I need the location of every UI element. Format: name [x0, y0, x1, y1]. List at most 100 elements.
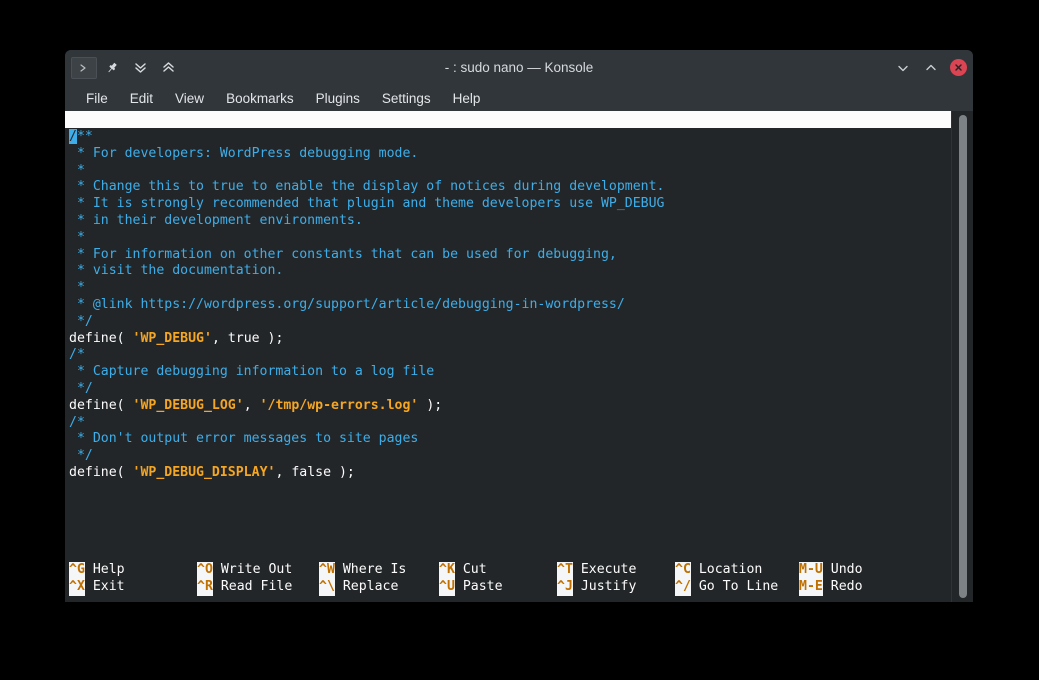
shortcut-item[interactable]: ^\ Replace — [319, 579, 398, 596]
shortcut-key: ^G — [69, 562, 85, 580]
shortcut-key: ^W — [319, 562, 335, 580]
code-line: * in their development environments. — [69, 213, 951, 230]
code-token: , false ); — [275, 464, 355, 480]
shortcut-item[interactable]: ^G Help — [69, 562, 125, 580]
code-comment: * visit the documentation. — [69, 263, 284, 279]
code-line: * For information on other constants tha… — [69, 247, 951, 264]
nano-editor[interactable]: GNU nano 6.2 /var/www/mysite/wp-config.p… — [65, 111, 951, 602]
shortcut-row-secondary: ^X Exit ^R Read File ^\ Replace ^U Paste ^J … — [69, 579, 951, 596]
menu-item-file[interactable]: File — [75, 88, 119, 109]
code-comment: * For developers: WordPress debugging mo… — [69, 145, 419, 161]
menu-item-view[interactable]: View — [164, 88, 215, 109]
scrollbar-thumb[interactable] — [959, 115, 967, 598]
shortcut-label: Undo — [822, 562, 863, 578]
code-comment: * in their development environments. — [69, 212, 363, 228]
menu-item-settings[interactable]: Settings — [371, 88, 442, 109]
shortcut-item[interactable]: ^C Location — [675, 562, 763, 580]
code-line: * — [69, 230, 951, 247]
code-comment: * @link https://wordpress.org/support/ar… — [69, 296, 625, 312]
window-title: - : sudo nano — Konsole — [444, 60, 594, 75]
code-comment: */ — [69, 313, 93, 329]
code-comment: ** — [76, 129, 93, 144]
code-token: define( — [69, 464, 133, 480]
shortcut-label: Justify — [572, 579, 637, 595]
nano-header-bar: GNU nano 6.2 /var/www/mysite/wp-config.p… — [65, 111, 951, 128]
shortcut-item[interactable]: ^U Paste — [439, 579, 503, 596]
code-comment: */ — [69, 448, 93, 464]
code-string: '/tmp/wp-errors.log' — [259, 397, 419, 413]
shortcut-label: Paste — [454, 579, 503, 595]
minimize-button[interactable] — [894, 59, 912, 77]
shortcut-item[interactable]: ^J Justify — [557, 579, 636, 596]
shortcut-key: ^X — [69, 579, 85, 596]
code-line: * It is strongly recommended that plugin… — [69, 196, 951, 213]
text-cursor: / — [69, 129, 77, 144]
code-token: define( — [69, 397, 133, 413]
shortcut-item[interactable]: ^R Read File — [197, 579, 292, 596]
shortcut-key: ^C — [675, 562, 691, 580]
menu-item-help[interactable]: Help — [442, 88, 492, 109]
pin-icon[interactable] — [99, 57, 125, 79]
shortcut-item[interactable]: M-E Redo — [799, 579, 863, 596]
code-comment: * — [69, 229, 85, 245]
chevron-double-down-icon[interactable] — [127, 57, 153, 79]
code-line: define( 'WP_DEBUG_DISPLAY', false ); — [69, 465, 951, 482]
shortcut-label: Replace — [334, 579, 399, 595]
shortcut-item[interactable]: ^K Cut — [439, 562, 487, 580]
code-comment: * — [69, 280, 85, 296]
code-line: * visit the documentation. — [69, 263, 951, 280]
terminal-prompt-icon[interactable] — [71, 56, 97, 79]
shortcut-label: Where Is — [334, 562, 407, 578]
shortcut-item[interactable]: ^/ Go To Line — [675, 579, 778, 596]
code-line: /* — [69, 347, 951, 364]
menu-item-edit[interactable]: Edit — [119, 88, 164, 109]
shortcut-key: ^O — [197, 562, 213, 580]
shortcut-key: M-E — [799, 579, 823, 596]
nano-text-buffer[interactable]: /** * For developers: WordPress debuggin… — [65, 128, 951, 482]
code-token: , — [243, 397, 260, 413]
shortcut-item[interactable]: ^X Exit — [69, 579, 125, 596]
code-line: */ — [69, 314, 951, 331]
code-string: 'WP_DEBUG_LOG' — [132, 397, 244, 413]
menu-item-bookmarks[interactable]: Bookmarks — [215, 88, 305, 109]
code-comment: * Don't output error messages to site pa… — [69, 431, 419, 447]
maximize-button[interactable] — [922, 59, 940, 77]
code-comment: * Change this to true to enable the disp… — [69, 179, 665, 195]
shortcut-label: Read File — [212, 579, 293, 595]
shortcut-label: Execute — [572, 562, 637, 578]
code-comment: * — [69, 162, 85, 178]
close-button[interactable] — [950, 59, 967, 76]
shortcut-item[interactable]: M-U Undo — [799, 562, 863, 580]
terminal-scrollbar[interactable] — [951, 111, 973, 602]
chevron-double-up-icon[interactable] — [155, 57, 181, 79]
window-controls — [894, 59, 967, 77]
code-comment: /* — [69, 347, 85, 363]
shortcut-key: ^/ — [675, 579, 691, 596]
titlebar-icon-group — [71, 56, 181, 79]
code-comment: * For information on other constants tha… — [69, 246, 617, 262]
terminal-area: GNU nano 6.2 /var/www/mysite/wp-config.p… — [65, 111, 973, 602]
code-line: * — [69, 280, 951, 297]
code-token: , true ); — [211, 330, 284, 346]
menubar: File Edit View Bookmarks Plugins Setting… — [65, 85, 973, 111]
shortcut-item[interactable]: ^O Write Out — [197, 562, 292, 580]
code-comment: * Capture debugging information to a log… — [69, 364, 435, 380]
shortcut-item[interactable]: ^T Execute — [557, 562, 637, 580]
shortcut-label: Location — [690, 562, 763, 578]
code-string: 'WP_DEBUG_DISPLAY' — [132, 464, 276, 480]
shortcut-key: ^R — [197, 579, 213, 596]
shortcut-key: ^K — [439, 562, 455, 580]
code-line: * Capture debugging information to a log… — [69, 364, 951, 381]
shortcut-item[interactable]: ^W Where Is — [319, 562, 407, 580]
shortcut-key: ^T — [557, 562, 573, 580]
shortcut-label: Redo — [822, 579, 863, 595]
shortcut-key: M-U — [799, 562, 823, 580]
nano-shortcut-bar: ^G Help ^O Write Out ^W Where Is ^K Cut ^T E… — [65, 562, 951, 596]
code-line: define( 'WP_DEBUG', true ); — [69, 331, 951, 348]
konsole-window: - : sudo nano — Konsole File Edit View B… — [65, 50, 973, 602]
shortcut-label: Go To Line — [690, 579, 779, 595]
menu-item-plugins[interactable]: Plugins — [305, 88, 371, 109]
shortcut-key: ^J — [557, 579, 573, 596]
shortcut-key: ^\ — [319, 579, 335, 596]
code-line: * — [69, 163, 951, 180]
